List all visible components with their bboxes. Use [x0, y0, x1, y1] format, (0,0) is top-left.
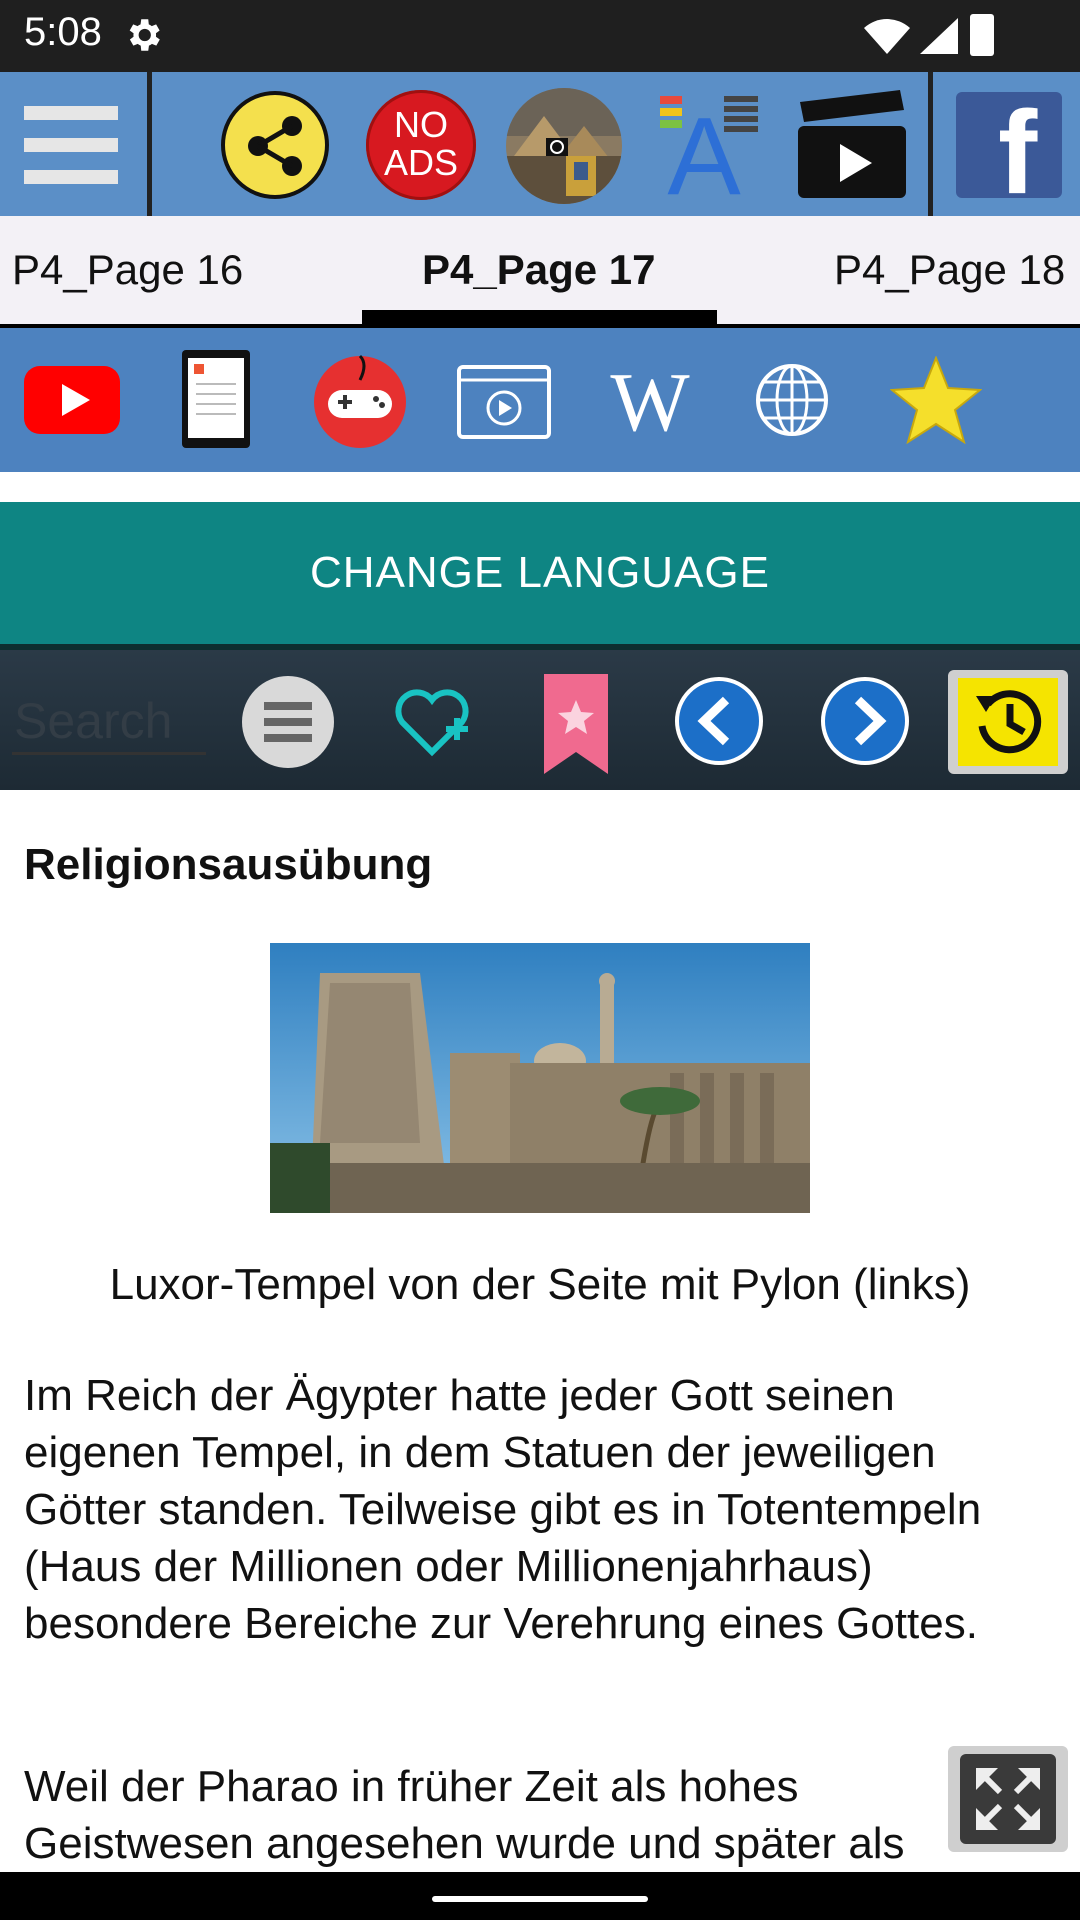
active-tab-indicator — [362, 310, 717, 324]
top-toolbar: NO ADS A f — [0, 72, 1080, 216]
no-ads-text-line1: NO — [394, 104, 448, 145]
menu-button[interactable] — [0, 72, 147, 216]
luxor-temple-photo — [270, 943, 810, 1213]
no-ads-icon[interactable]: NO ADS — [366, 90, 476, 200]
menu-icon — [24, 106, 118, 184]
search-input[interactable] — [12, 690, 206, 755]
bookmark-star-icon[interactable] — [544, 674, 608, 774]
toolbar-divider — [147, 72, 152, 216]
globe-icon[interactable] — [754, 362, 830, 438]
fullscreen-button[interactable] — [948, 1746, 1068, 1852]
toolbar-divider — [928, 72, 933, 216]
arrow-right-icon[interactable] — [820, 676, 910, 766]
video-clapper-icon[interactable] — [796, 90, 908, 200]
facebook-letter: f — [998, 92, 1038, 198]
image-caption: Luxor-Tempel von der Seite mit Pylon (li… — [109, 1260, 971, 1309]
wikipedia-icon[interactable]: W — [600, 364, 700, 440]
heart-add-icon[interactable] — [392, 686, 472, 758]
history-image-icon[interactable] — [504, 86, 624, 206]
font-size-letter: A — [667, 95, 741, 198]
history-icon — [976, 690, 1042, 754]
status-time: 5:08 — [24, 10, 102, 54]
ebook-icon[interactable] — [182, 350, 250, 448]
youtube-icon[interactable] — [24, 366, 120, 434]
no-ads-text-line2: ADS — [383, 142, 459, 183]
video-player-icon[interactable] — [456, 364, 552, 440]
tab-page-18[interactable]: P4_Page 18 — [834, 246, 1065, 294]
wikipedia-letter: W — [610, 364, 690, 440]
secondary-toolbar: W — [0, 328, 1080, 472]
battery-icon — [970, 14, 994, 56]
facebook-icon[interactable]: f — [956, 92, 1062, 198]
wifi-icon — [864, 19, 910, 54]
list-menu-icon[interactable] — [240, 674, 336, 770]
tab-page-16[interactable]: P4_Page 16 — [12, 246, 243, 294]
search-toolbar — [0, 650, 1080, 790]
change-language-button[interactable]: CHANGE LANGUAGE — [0, 502, 1080, 644]
tab-page-17[interactable]: P4_Page 17 — [422, 246, 656, 294]
article-heading: Religionsausübung — [24, 840, 433, 889]
share-icon[interactable] — [220, 90, 330, 200]
home-gesture-handle[interactable] — [432, 1896, 648, 1902]
article-paragraph: Im Reich der Ägypter hatte jeder Gott se… — [24, 1371, 982, 1648]
status-bar: 5:08 — [0, 0, 1080, 72]
arrow-left-icon[interactable] — [674, 676, 764, 766]
signal-icon — [920, 18, 958, 54]
article-content: Religionsausübung Luxor-Tempel von der S… — [0, 790, 1080, 1872]
article-paragraph: Weil der Pharao in früher Zeit als hohes… — [24, 1762, 905, 1868]
settings-icon — [129, 19, 160, 51]
fullscreen-icon — [976, 1768, 1040, 1830]
star-icon[interactable] — [890, 356, 982, 444]
history-button[interactable] — [948, 670, 1068, 774]
font-size-icon[interactable]: A — [660, 94, 760, 198]
game-controller-icon[interactable] — [312, 350, 408, 450]
